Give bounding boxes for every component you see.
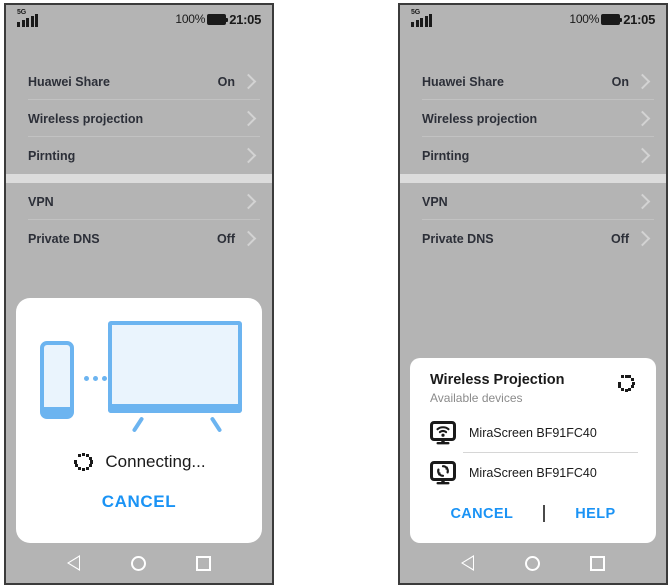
settings-row-private-dns[interactable]: Private DNS Off: [6, 220, 272, 257]
home-icon[interactable]: [131, 555, 146, 571]
nav-bar-left: [6, 543, 272, 583]
settings-row-label: Huawei Share: [28, 74, 110, 89]
back-icon[interactable]: [67, 555, 81, 571]
settings-row-huawei-share[interactable]: Huawei Share On: [400, 63, 666, 100]
settings-group-1: Huawei Share On Wireless projection Pirn…: [400, 63, 666, 174]
settings-row-printing[interactable]: Pirnting: [6, 137, 272, 174]
screenshot-stage: 5G 100% 21:05 Huawei Share On Wireless p: [0, 0, 672, 588]
connecting-dialog-actions: CANCEL: [16, 492, 262, 512]
device-list: MiraScreen BF91FC40 MiraScreen BF91FC40: [410, 413, 656, 493]
device-name-label: MiraScreen BF91FC40: [469, 426, 597, 440]
settings-row-vpn[interactable]: VPN: [6, 183, 272, 220]
cancel-button[interactable]: CANCEL: [102, 492, 176, 512]
settings-list-right: Huawei Share On Wireless projection Pirn…: [400, 35, 666, 257]
settings-row-label: Private DNS: [422, 231, 494, 246]
back-icon[interactable]: [461, 555, 475, 571]
signal-bars-glyph: [17, 14, 38, 27]
settings-row-label: Huawei Share: [422, 74, 504, 89]
settings-group-1: Huawei Share On Wireless projection Pirn…: [6, 63, 272, 174]
settings-row-label: Wireless projection: [422, 111, 538, 126]
battery-percent-label: 100%: [569, 12, 600, 26]
battery-full-icon: [207, 13, 229, 25]
monitor-wifi-icon: [430, 421, 456, 445]
cancel-button[interactable]: CANCEL: [450, 506, 513, 522]
phone-right: 5G 100% 21:05 Huawei Share On Wireless p: [398, 3, 668, 585]
chevron-right-icon: [634, 147, 651, 164]
settings-row-private-dns[interactable]: Private DNS Off: [400, 220, 666, 257]
settings-group-2: VPN Private DNS Off: [400, 183, 666, 257]
settings-row-value: Off: [216, 231, 235, 246]
clock-label: 21:05: [623, 11, 655, 27]
device-name-label: MiraScreen BF91FC40: [469, 466, 597, 480]
settings-group-2: VPN Private DNS Off: [6, 183, 272, 257]
connecting-dialog: Connecting... CANCEL: [16, 298, 262, 543]
chevron-right-icon: [634, 193, 651, 210]
chevron-right-icon: [240, 147, 257, 164]
home-icon[interactable]: [525, 555, 540, 571]
list-top-spacer: [6, 35, 272, 63]
settings-row-value: On: [217, 74, 235, 89]
recents-icon[interactable]: [196, 555, 211, 571]
settings-row-wireless-projection[interactable]: Wireless projection: [6, 100, 272, 137]
battery-full-icon: [601, 13, 623, 25]
connecting-label: Connecting...: [105, 452, 206, 471]
status-bar-right-cluster: 100% 21:05: [569, 11, 655, 27]
settings-row-wireless-projection[interactable]: Wireless projection: [400, 100, 666, 137]
signal-bars-glyph: [411, 14, 432, 27]
device-list-item[interactable]: MiraScreen BF91FC40: [410, 413, 656, 453]
loading-spinner-icon: [616, 373, 636, 393]
chevron-right-icon: [634, 73, 651, 90]
settings-group-separator: [400, 174, 666, 183]
settings-row-label: VPN: [422, 194, 448, 209]
tv-device-icon: [108, 321, 242, 413]
monitor-cast-icon: [430, 461, 456, 485]
chevron-right-icon: [240, 230, 257, 247]
settings-row-label: VPN: [28, 194, 54, 209]
settings-list-left: Huawei Share On Wireless projection Pirn…: [6, 35, 272, 257]
settings-row-label: Pirnting: [28, 148, 76, 163]
clock-label: 21:05: [229, 11, 261, 27]
help-button[interactable]: HELP: [575, 506, 615, 522]
battery-percent-label: 100%: [175, 12, 206, 26]
signal-bars-icon: 5G: [411, 9, 445, 30]
settings-row-vpn[interactable]: VPN: [400, 183, 666, 220]
settings-group-separator: [6, 174, 272, 183]
chevron-right-icon: [240, 73, 257, 90]
chevron-right-icon: [634, 230, 651, 247]
action-divider: [543, 505, 546, 522]
phone-device-icon: [40, 341, 74, 419]
settings-row-label: Wireless projection: [28, 111, 144, 126]
device-list-item[interactable]: MiraScreen BF91FC40: [410, 453, 656, 493]
tv-leg-right: [209, 416, 223, 433]
status-bar-left: 5G 100% 21:05: [6, 5, 272, 35]
settings-row-printing[interactable]: Pirnting: [400, 137, 666, 174]
loading-spinner-icon: [72, 451, 94, 473]
recents-icon[interactable]: [590, 555, 605, 571]
chevron-right-icon: [634, 110, 651, 127]
status-bar-right: 5G 100% 21:05: [400, 5, 666, 35]
settings-row-value: On: [611, 74, 629, 89]
status-bar-right-cluster: 100% 21:05: [175, 11, 261, 27]
transfer-dots-icon: [84, 376, 107, 381]
dialog-subtitle: Available devices: [430, 391, 523, 405]
dialog-title: Wireless Projection: [430, 372, 565, 388]
connecting-status: Connecting...: [16, 451, 262, 473]
nav-bar-right: [400, 543, 666, 583]
settings-row-label: Private DNS: [28, 231, 100, 246]
settings-row-label: Pirnting: [422, 148, 470, 163]
projection-illustration: [16, 314, 262, 439]
dialog-header: Wireless Projection Available devices: [410, 358, 656, 405]
chevron-right-icon: [240, 110, 257, 127]
phone-left: 5G 100% 21:05 Huawei Share On Wireless p: [4, 3, 274, 585]
wireless-projection-dialog: Wireless Projection Available devices Mi…: [410, 358, 656, 543]
settings-row-value: Off: [610, 231, 629, 246]
dialog-actions: CANCEL HELP: [410, 505, 656, 522]
signal-bars-icon: 5G: [17, 9, 51, 30]
list-top-spacer: [400, 35, 666, 63]
chevron-right-icon: [240, 193, 257, 210]
tv-leg-left: [131, 416, 145, 433]
settings-row-huawei-share[interactable]: Huawei Share On: [6, 63, 272, 100]
